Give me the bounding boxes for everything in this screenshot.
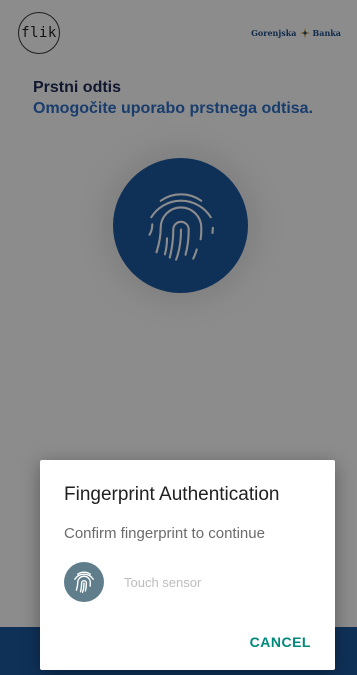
sensor-row: Touch sensor [64, 562, 201, 602]
fingerprint-dialog: Fingerprint Authentication Confirm finge… [40, 460, 335, 670]
cancel-button[interactable]: CANCEL [250, 634, 311, 650]
dialog-message: Confirm fingerprint to continue [64, 525, 265, 542]
fingerprint-sensor-icon [64, 562, 104, 602]
sensor-label: Touch sensor [124, 574, 202, 590]
dialog-title: Fingerprint Authentication [64, 484, 280, 505]
